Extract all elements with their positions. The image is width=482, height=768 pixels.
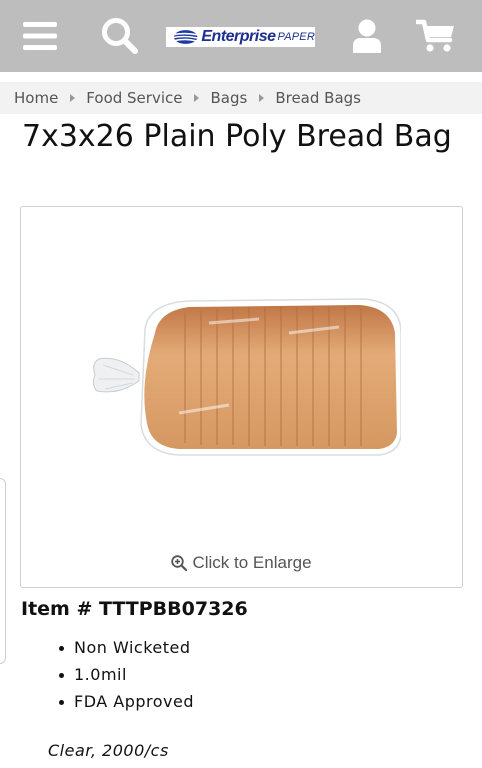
menu-icon[interactable] [18, 0, 62, 72]
logo-text-sub: PAPER [277, 31, 315, 43]
pack-info: Clear, 2000/cs [48, 741, 169, 760]
breadcrumb-home-link[interactable]: Home [14, 89, 58, 107]
feature-item: 1.0mil [56, 663, 194, 690]
product-image[interactable] [89, 293, 401, 463]
feature-item: FDA Approved [56, 690, 194, 717]
breadcrumb-food-service-link[interactable]: Food Service [86, 89, 182, 107]
shopping-cart-icon[interactable] [414, 0, 458, 72]
search-icon[interactable] [98, 0, 142, 72]
breadcrumb-separator-icon [259, 94, 265, 102]
breadcrumb: Home Food Service Bags Bread Bags [0, 82, 482, 114]
feature-list: Non Wicketed 1.0mil FDA Approved [56, 636, 194, 717]
breadcrumb-separator-icon [194, 94, 200, 102]
logo-swoosh-icon [170, 30, 199, 44]
side-drawer-tab[interactable] [0, 478, 6, 664]
breadcrumb-bread-bags-link[interactable]: Bread Bags [275, 89, 361, 107]
enterprise-paper-logo[interactable]: Enterprise PAPER [166, 27, 315, 47]
logo-text-main: Enterprise [201, 28, 276, 45]
zoom-in-icon [171, 555, 188, 571]
top-navigation-bar: Enterprise PAPER [0, 0, 482, 72]
enlarge-label: Click to Enlarge [192, 553, 312, 572]
click-to-enlarge-link[interactable]: Click to Enlarge [21, 553, 462, 573]
product-image-container[interactable]: Click to Enlarge [20, 206, 463, 588]
feature-item: Non Wicketed [56, 636, 194, 663]
product-title: 7x3x26 Plain Poly Bread Bag [22, 119, 452, 154]
item-number: Item # TTTPBB07326 [21, 598, 248, 620]
breadcrumb-bags-link[interactable]: Bags [210, 89, 247, 107]
user-account-icon[interactable] [348, 0, 386, 72]
breadcrumb-separator-icon [70, 94, 76, 102]
